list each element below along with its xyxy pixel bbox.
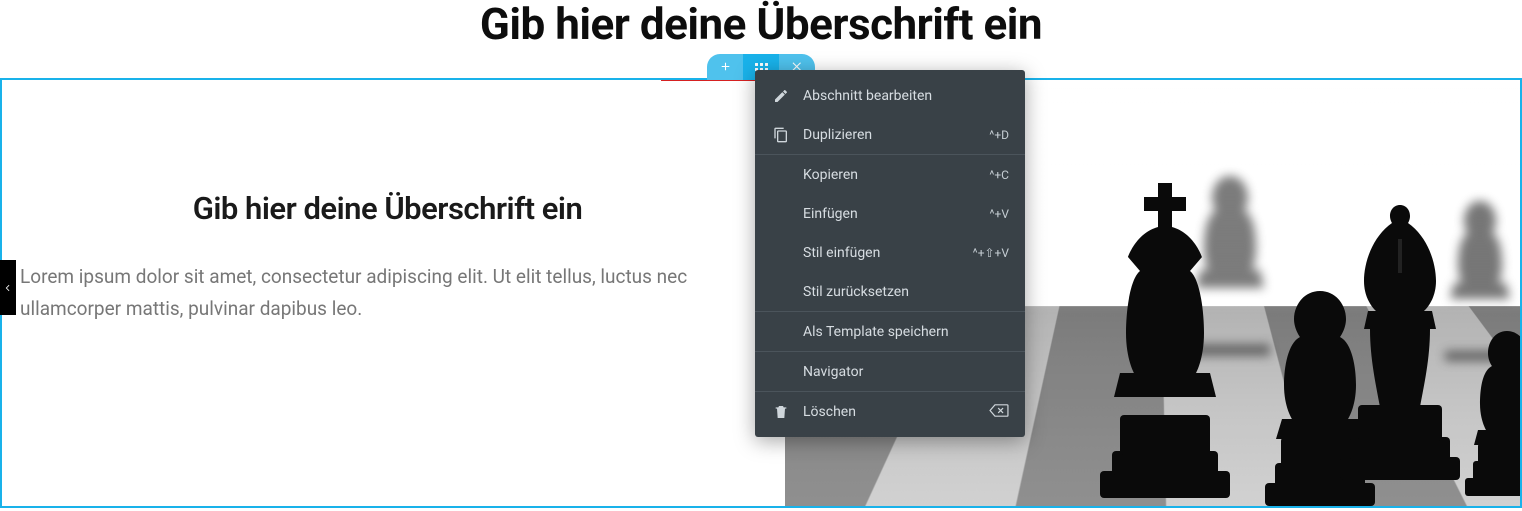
duplicate-icon [771, 125, 791, 145]
menu-label: Löschen [803, 404, 989, 420]
chess-king [1100, 183, 1230, 498]
menu-shortcut: ^+D [989, 128, 1009, 142]
menu-label: Einfügen [803, 206, 990, 222]
menu-label: Als Template speichern [803, 324, 1009, 340]
menu-label: Kopieren [803, 167, 989, 183]
menu-paste[interactable]: Einfügen ^+V [755, 194, 1025, 233]
menu-paste-style[interactable]: Stil einfügen ^+⇧+V [755, 233, 1025, 272]
menu-label: Duplizieren [803, 127, 989, 143]
menu-save-template[interactable]: Als Template speichern [755, 312, 1025, 351]
menu-delete[interactable]: Löschen [755, 392, 1025, 431]
menu-edit-section[interactable]: Abschnitt bearbeiten [755, 76, 1025, 115]
section-context-menu: Abschnitt bearbeiten Duplizieren ^+D Kop… [755, 70, 1025, 437]
menu-shortcut: ^+⇧+V [973, 246, 1009, 260]
body-text[interactable]: Lorem ipsum dolor sit amet, consectetur … [20, 261, 755, 326]
menu-copy[interactable]: Kopieren ^+C [755, 155, 1025, 194]
menu-label: Stil einfügen [803, 245, 973, 261]
chevron-left-icon [3, 283, 13, 293]
panel-expand-handle[interactable] [0, 260, 16, 315]
menu-navigator[interactable]: Navigator [755, 352, 1025, 391]
chess-pawn [1465, 331, 1520, 496]
chess-bishop [1340, 205, 1460, 480]
trash-icon [771, 402, 791, 422]
main-heading[interactable]: Gib hier deine Überschrift ein [0, 0, 1522, 48]
add-section-button[interactable] [707, 54, 743, 80]
plus-icon [719, 60, 732, 73]
menu-label: Navigator [803, 364, 1009, 380]
menu-shortcut: ^+C [989, 168, 1009, 182]
menu-label: Abschnitt bearbeiten [803, 88, 1009, 104]
pencil-icon [771, 86, 791, 106]
section-left-column[interactable]: Gib hier deine Überschrift ein Lorem ips… [2, 80, 785, 506]
menu-reset-style[interactable]: Stil zurücksetzen [755, 272, 1025, 311]
menu-duplicate[interactable]: Duplizieren ^+D [755, 115, 1025, 154]
menu-shortcut: ^+V [990, 207, 1009, 221]
menu-label: Stil zurücksetzen [803, 284, 1009, 300]
sub-heading[interactable]: Gib hier deine Überschrift ein [20, 190, 755, 227]
delete-key-icon [989, 404, 1009, 420]
